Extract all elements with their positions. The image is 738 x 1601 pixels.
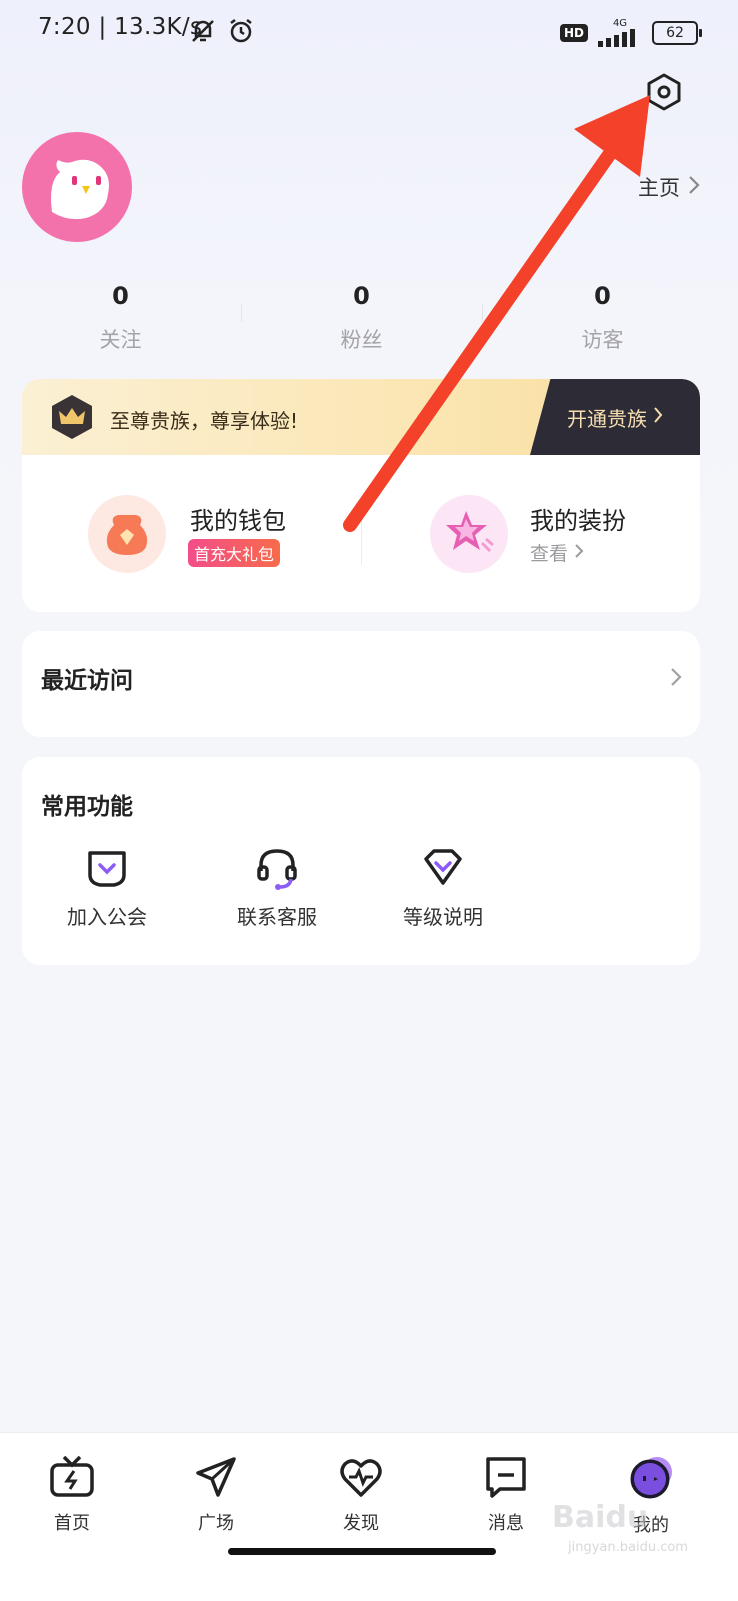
crown-icon [48, 393, 96, 445]
join-guild-button[interactable]: 加入公会 [52, 843, 162, 943]
nav-home[interactable]: 首页 [22, 1453, 122, 1535]
mute-icon [188, 16, 218, 50]
alarm-icon [226, 16, 256, 50]
guild-icon [84, 845, 130, 895]
status-indicators: HD 4G 62 [559, 18, 702, 47]
nav-label: 消息 [488, 1513, 524, 1534]
profile-face-icon [601, 1453, 701, 1507]
avatar[interactable] [22, 132, 132, 242]
nav-square[interactable]: 广场 [166, 1453, 266, 1535]
nav-discover[interactable]: 发现 [311, 1453, 411, 1535]
stat-label: 关注 [99, 328, 142, 352]
headset-icon [254, 845, 300, 895]
stat-following[interactable]: 0 关注 [0, 282, 241, 354]
network-type: 4G [612, 18, 628, 29]
function-label: 等级说明 [403, 905, 483, 929]
wallet-badge: 首充大礼包 [188, 539, 281, 567]
nav-label: 广场 [198, 1513, 234, 1534]
annotation-arrow [343, 95, 650, 532]
battery-icon: 62 [652, 20, 702, 45]
common-functions-card: 常用功能 加入公会 联系客服 等级说明 [22, 757, 700, 965]
stat-value: 0 [112, 282, 129, 310]
hd-badge: HD [559, 23, 588, 42]
watermark-logo: Baidu [552, 1500, 649, 1535]
wallet-entry[interactable]: 我的钱包 首充大礼包 [88, 495, 348, 575]
chevron-right-icon [574, 542, 584, 564]
chevron-right-icon [688, 175, 700, 200]
message-icon [456, 1453, 556, 1505]
wallet-title: 我的钱包 [190, 507, 286, 535]
stat-divider [241, 304, 242, 322]
function-label: 加入公会 [67, 905, 147, 929]
paper-plane-icon [166, 1453, 266, 1505]
level-info-button[interactable]: 等级说明 [388, 843, 498, 943]
nav-label: 首页 [54, 1513, 90, 1534]
vip-text: 至尊贵族，尊享体验! [110, 409, 299, 433]
watermark-url: jingyan.baidu.com [568, 1540, 688, 1555]
home-indicator[interactable] [228, 1548, 496, 1555]
recent-visits-title: 最近访问 [41, 668, 133, 694]
heart-pulse-icon [311, 1453, 411, 1505]
nav-label: 发现 [343, 1513, 379, 1534]
dress-view-label: 查看 [530, 543, 569, 565]
function-label: 联系客服 [237, 905, 317, 929]
tv-icon [22, 1453, 122, 1505]
signal-icon: 4G [598, 18, 642, 47]
contact-service-button[interactable]: 联系客服 [222, 843, 332, 943]
recent-visits-card[interactable]: 最近访问 [22, 631, 700, 737]
common-functions-title: 常用功能 [41, 794, 133, 820]
dress-view-link[interactable]: 查看 [530, 539, 584, 566]
nav-messages[interactable]: 消息 [456, 1453, 556, 1535]
level-icon [420, 845, 466, 895]
status-time: 7:20 | 13.3K/s [38, 14, 203, 40]
money-bag-icon [88, 495, 166, 577]
chevron-right-icon [670, 667, 682, 691]
